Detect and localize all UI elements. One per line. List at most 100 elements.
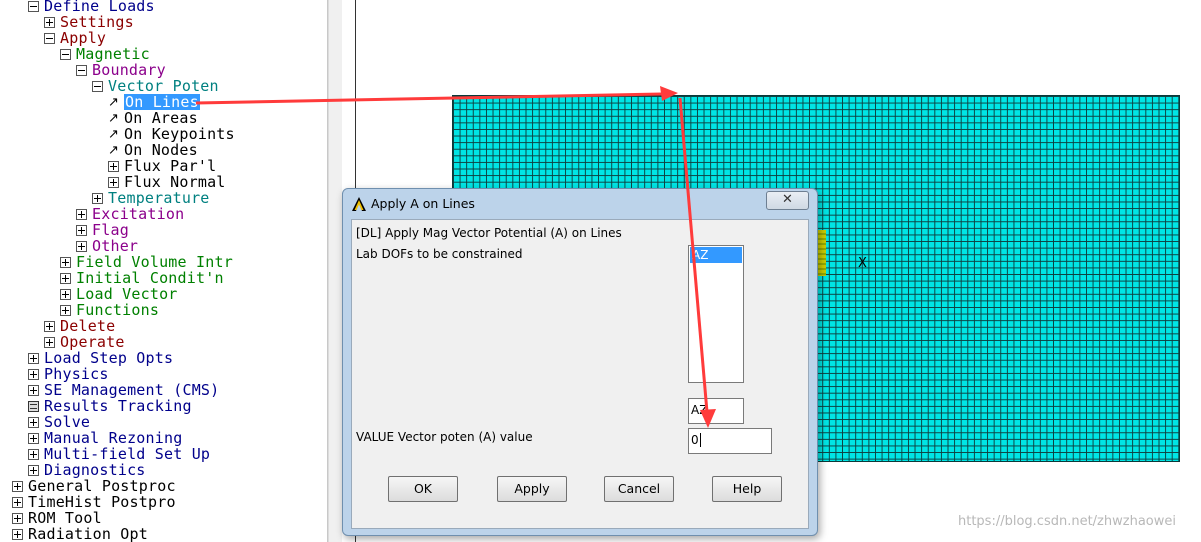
tree-item-label: Magnetic — [76, 45, 150, 63]
expand-icon[interactable] — [76, 208, 87, 220]
ansys-logo-icon — [352, 197, 366, 211]
tree-item[interactable]: Flag — [76, 222, 129, 238]
tree-item[interactable]: General Postproc — [12, 478, 176, 494]
tree-item[interactable]: SE Management (CMS) — [28, 382, 219, 398]
tree-item[interactable]: Multi-field Set Up — [28, 446, 210, 462]
expand-icon[interactable] — [12, 480, 23, 492]
tree-item[interactable]: ROM Tool — [12, 510, 102, 526]
tree-item-label: ROM Tool — [28, 509, 102, 527]
cancel-button[interactable]: Cancel — [604, 476, 674, 502]
tree-item-label: SE Management (CMS) — [44, 381, 220, 399]
dof-option-az[interactable]: AZ — [690, 247, 742, 263]
expand-icon[interactable] — [60, 272, 71, 284]
expand-icon[interactable] — [28, 464, 39, 476]
tree-item-label: Physics — [44, 365, 109, 383]
tree-item-label: Functions — [76, 301, 160, 319]
tree-item[interactable]: Flux Normal — [108, 174, 226, 190]
expand-icon[interactable] — [12, 496, 23, 508]
expand-icon[interactable] — [44, 336, 55, 348]
tree-item-label: Manual Rezoning — [44, 429, 183, 447]
tree-item[interactable]: Settings — [44, 14, 134, 30]
tree-item[interactable]: Diagnostics — [28, 462, 146, 478]
tree-item[interactable]: Physics — [28, 366, 109, 382]
tree-item-label: Boundary — [92, 61, 166, 79]
tree-item[interactable]: Manual Rezoning — [28, 430, 182, 446]
tree-item[interactable]: Operate — [44, 334, 125, 350]
dialog-scrollbar[interactable] — [809, 219, 815, 529]
tree-item[interactable]: Load Vector — [60, 286, 178, 302]
tree-item-label: Field Volume Intr — [76, 253, 233, 271]
tree-item-label: General Postproc — [28, 477, 176, 495]
expand-icon[interactable] — [28, 416, 39, 428]
ok-button[interactable]: OK — [388, 476, 458, 502]
tree-item[interactable]: Magnetic — [60, 46, 150, 62]
tree-item[interactable]: Other — [76, 238, 138, 254]
collapse-icon[interactable] — [44, 32, 55, 44]
dialog-heading: [DL] Apply Mag Vector Potential (A) on L… — [356, 226, 622, 240]
lab-selection-field[interactable]: AZ — [688, 398, 744, 424]
close-button[interactable]: ✕ — [766, 191, 809, 210]
value-input[interactable]: 0 — [688, 428, 772, 454]
collapse-icon[interactable] — [76, 64, 87, 76]
value-input-text: 0 — [691, 433, 699, 447]
collapse-icon[interactable] — [92, 80, 103, 92]
collapse-icon[interactable] — [60, 48, 71, 60]
tree-item[interactable]: Temperature — [92, 190, 210, 206]
expand-icon[interactable] — [44, 320, 55, 332]
dialog-title: Apply A on Lines — [371, 196, 475, 211]
expand-icon[interactable] — [44, 16, 55, 28]
tree-item[interactable]: Radiation Opt — [12, 526, 148, 542]
tree-item[interactable]: ↗ On Keypoints — [108, 126, 235, 142]
expand-icon[interactable] — [28, 432, 39, 444]
expand-icon[interactable] — [28, 368, 39, 380]
tree-item-label: Temperature — [108, 189, 210, 207]
tree-item[interactable]: Results Tracking — [28, 398, 192, 414]
collapse-icon[interactable] — [28, 0, 39, 12]
tree-scrollbar[interactable] — [328, 0, 342, 542]
tree-item-label: Results Tracking — [44, 397, 192, 415]
help-button[interactable]: Help — [712, 476, 782, 502]
apply-a-on-lines-dialog: Apply A on Lines ✕ [DL] Apply Mag Vector… — [342, 188, 818, 536]
tree-item[interactable]: Solve — [28, 414, 90, 430]
tree-item-label: Load Step Opts — [44, 349, 174, 367]
tree-item[interactable]: Excitation — [76, 206, 184, 222]
tree-item-label: Apply — [60, 29, 107, 47]
expand-icon[interactable] — [28, 384, 39, 396]
tree-item[interactable]: Flux Par'l — [108, 158, 216, 174]
expand-icon[interactable] — [76, 240, 87, 252]
expand-icon[interactable] — [108, 176, 119, 188]
tree-item[interactable]: Boundary — [76, 62, 166, 78]
lab-label: Lab DOFs to be constrained — [356, 247, 523, 261]
apply-button[interactable]: Apply — [497, 476, 567, 502]
tree-item[interactable]: TimeHist Postpro — [12, 494, 176, 510]
dof-listbox[interactable]: AZ — [688, 245, 744, 383]
dialog-titlebar[interactable]: Apply A on Lines ✕ — [343, 189, 817, 219]
expand-icon[interactable] — [60, 256, 71, 268]
expand-icon[interactable] — [28, 448, 39, 460]
expand-icon[interactable] — [12, 528, 23, 540]
tree-item[interactable]: ↗ On Lines — [108, 94, 200, 110]
tree-item[interactable]: Vector Poten — [92, 78, 219, 94]
tree-item[interactable]: Initial Condit'n — [60, 270, 224, 286]
tree-item[interactable]: Functions — [60, 302, 159, 318]
tree-item[interactable]: Load Step Opts — [28, 350, 173, 366]
tree-item[interactable]: ↗ On Areas — [108, 110, 198, 126]
tree-item[interactable]: Apply — [44, 30, 106, 46]
tree-item[interactable]: Field Volume Intr — [60, 254, 233, 270]
expand-icon[interactable] — [92, 192, 103, 204]
tree-item-label: Solve — [44, 413, 91, 431]
tree-item-label: Diagnostics — [44, 461, 146, 479]
expand-icon[interactable] — [76, 224, 87, 236]
dialog-body: [DL] Apply Mag Vector Potential (A) on L… — [351, 219, 809, 529]
main-menu-tree: Define Loads Settings Apply Magnetic Boundar… — [0, 0, 328, 542]
expand-icon[interactable] — [28, 352, 39, 364]
tree-item-label: On Keypoints — [124, 125, 235, 143]
expand-icon[interactable] — [60, 304, 71, 316]
tree-item-label: Vector Poten — [108, 77, 219, 95]
expand-icon[interactable] — [12, 512, 23, 524]
tree-item[interactable]: ↗ On Nodes — [108, 142, 198, 158]
expand-icon[interactable] — [108, 160, 119, 172]
tree-item[interactable]: Define Loads — [28, 0, 155, 14]
tree-item[interactable]: Delete — [44, 318, 115, 334]
expand-icon[interactable] — [60, 288, 71, 300]
